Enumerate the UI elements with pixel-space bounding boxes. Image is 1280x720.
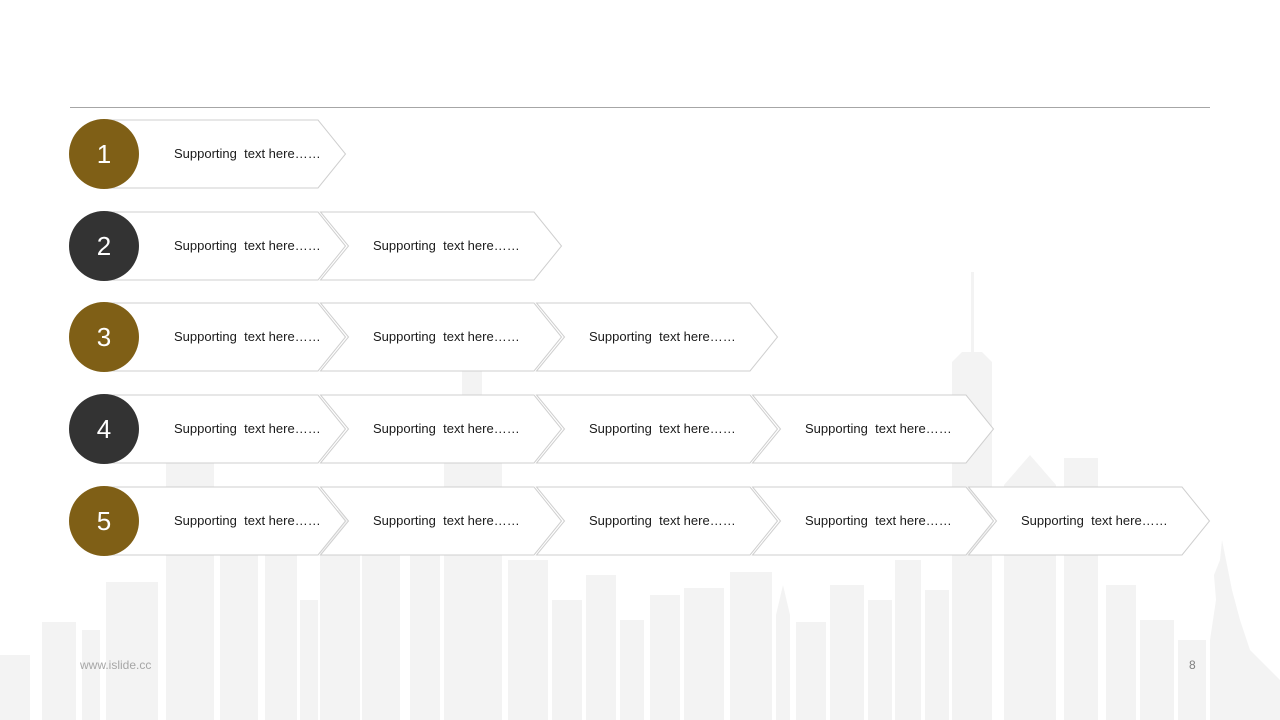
chevron-label: Supporting text here……	[373, 329, 520, 344]
footer-url: www.islide.cc	[80, 658, 152, 672]
chevron-step: Supporting text here……	[104, 211, 347, 281]
chevron-step: Supporting text here……	[535, 486, 779, 556]
chevron-label: Supporting text here……	[373, 421, 520, 436]
chevron-label: Supporting text here……	[174, 146, 321, 161]
chevron-label: Supporting text here……	[805, 513, 952, 528]
chevron-step: Supporting text here……	[751, 486, 995, 556]
chevron-label: Supporting text here……	[1021, 513, 1168, 528]
chevron-label: Supporting text here……	[373, 513, 520, 528]
process-row: Supporting text here…… 1	[0, 119, 1280, 189]
chevron-label: Supporting text here……	[174, 421, 321, 436]
chevron-step: Supporting text here……	[751, 394, 995, 464]
chevron-label: Supporting text here……	[589, 513, 736, 528]
chevron-step: Supporting text here……	[319, 302, 563, 372]
step-number-circle: 4	[69, 394, 139, 464]
chevron-label: Supporting text here……	[589, 421, 736, 436]
chevron-step: Supporting text here……	[535, 394, 779, 464]
chevron-step: Supporting text here……	[104, 394, 347, 464]
page-number: 8	[1189, 658, 1196, 672]
process-row: Supporting text here…… Supporting text he…	[0, 394, 1280, 464]
chevron-step: Supporting text here……	[104, 119, 347, 189]
chevron-step: Supporting text here……	[104, 486, 347, 556]
chevron-label: Supporting text here……	[174, 513, 321, 528]
step-number-circle: 1	[69, 119, 139, 189]
chevron-step: Supporting text here……	[104, 302, 347, 372]
chevron-step: Supporting text here……	[319, 486, 563, 556]
chevron-step: Supporting text here……	[319, 394, 563, 464]
process-row: Supporting text here…… Supporting text he…	[0, 486, 1280, 556]
chevron-label: Supporting text here……	[373, 238, 520, 253]
process-row: Supporting text here…… Supporting text he…	[0, 211, 1280, 281]
step-number-circle: 2	[69, 211, 139, 281]
step-number-circle: 5	[69, 486, 139, 556]
chevron-label: Supporting text here……	[805, 421, 952, 436]
chevron-step: Supporting text here……	[967, 486, 1211, 556]
step-number-circle: 3	[69, 302, 139, 372]
title-divider	[70, 107, 1210, 108]
chevron-step: Supporting text here……	[319, 211, 563, 281]
chevron-label: Supporting text here……	[174, 329, 321, 344]
chevron-step: Supporting text here……	[535, 302, 779, 372]
process-row: Supporting text here…… Supporting text he…	[0, 302, 1280, 372]
chevron-label: Supporting text here……	[589, 329, 736, 344]
chevron-label: Supporting text here……	[174, 238, 321, 253]
